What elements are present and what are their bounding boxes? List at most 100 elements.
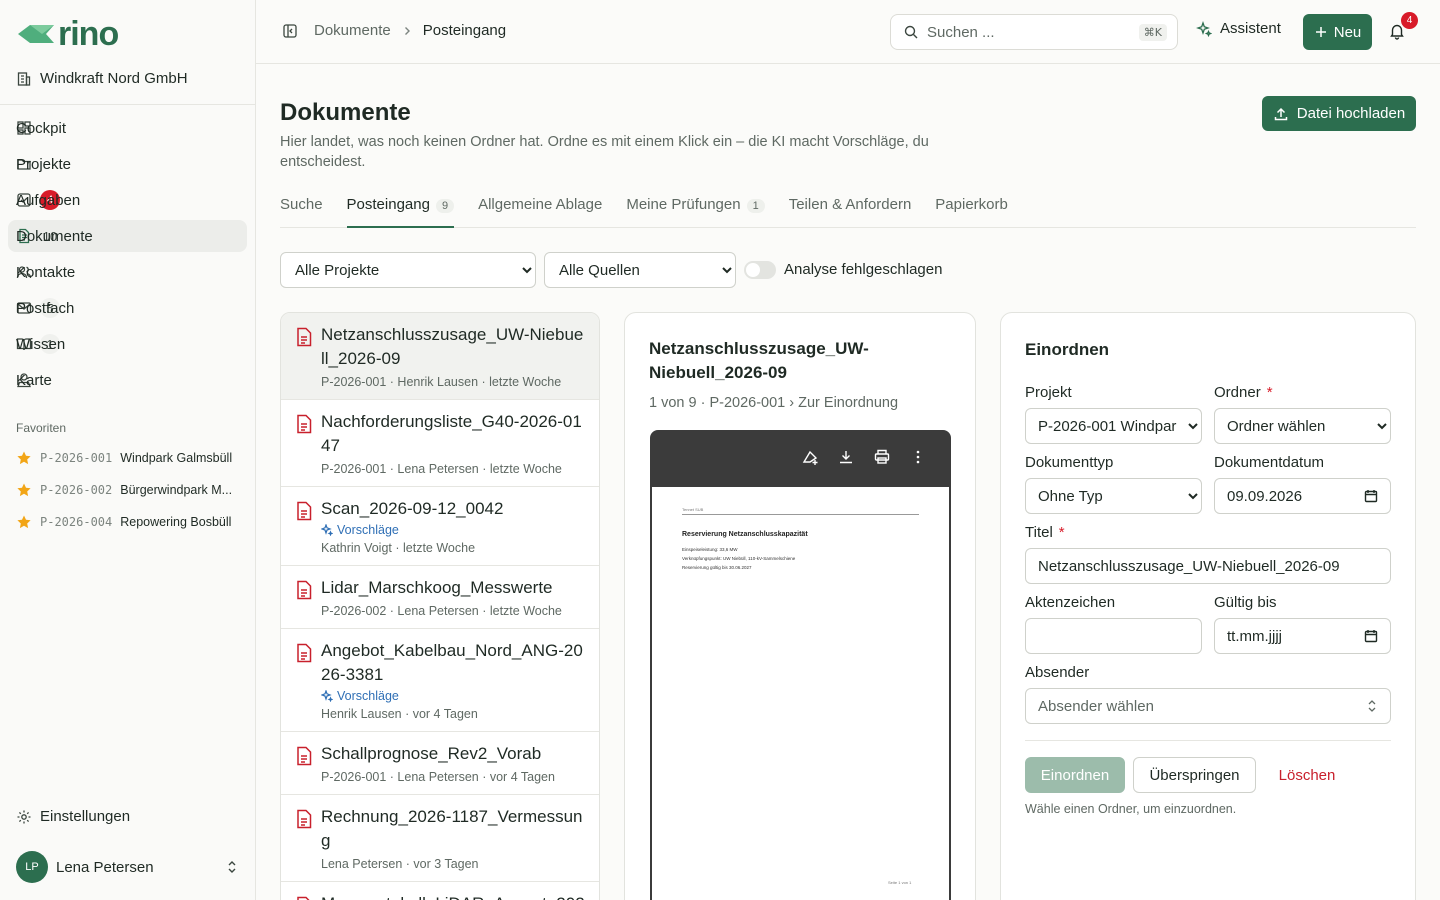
folder-label-wrap: Ordner * [1214,384,1273,401]
sender-label: Absender [1025,664,1090,681]
search-shortcut: ⌘K [1138,23,1167,41]
page-header-text: Tennet SUB [682,507,704,512]
list-item[interactable]: Rechnung_2026-1187_Vermessung Lena Peter… [281,795,599,882]
sidebar-item-dokumente[interactable]: Dokumente 10 [8,220,247,252]
tab-suche[interactable]: Suche [280,196,323,227]
valid-until-label: Gültig bis [1214,594,1277,611]
favorite-item[interactable]: P-2026-001 Windpark Galmsbüll [16,450,243,466]
list-item[interactable]: Netzanschlusszusage_UW-Niebuell_2026-09 … [281,313,599,400]
favorite-item[interactable]: P-2026-002 Bürgerwindpark M... [16,482,243,498]
more-vertical-icon[interactable] [909,448,927,466]
search-box[interactable]: ⌘K [890,14,1178,50]
document-title: Scan_2026-09-12_0042 [321,499,504,518]
search-input[interactable] [927,23,1131,41]
docdate-input[interactable]: 09.09.2026 [1214,478,1391,514]
favorite-name: Repowering Bosbüll [120,515,232,529]
submit-button[interactable]: Einordnen [1025,757,1125,793]
document-title: Messprotokoll_LiDAR_August_202 [321,892,585,900]
print-icon[interactable] [873,448,891,466]
pdf-document-icon [297,327,312,347]
list-item[interactable]: Angebot_Kabelbau_Nord_ANG-2026-3381 Vors… [281,629,599,732]
page-line: Einspeiseleistung: 33,6 MW [682,547,738,552]
folder-select[interactable]: Ordner wählen [1214,408,1391,444]
sidebar-item-wissen[interactable]: Wissen 1 [8,328,247,360]
sidebar-item-cockpit[interactable]: Cockpit [8,112,247,144]
pdf-viewer[interactable]: Tennet SUB Reservierung Netzanschlusskap… [650,430,951,900]
title-value: Netzanschlusszusage_UW-Niebuell_2026-09 [1038,557,1340,575]
valid-until-input[interactable]: tt.mm.jjjj [1214,618,1391,654]
document-list: Netzanschlusszusage_UW-Niebuell_2026-09 … [280,312,600,900]
new-label: Neu [1333,23,1362,41]
sparkle-icon [321,524,333,536]
list-item[interactable]: Scan_2026-09-12_0042 Vorschläge Kathrin … [281,487,599,566]
sender-combobox[interactable]: Absender wählen [1025,688,1391,724]
sidebar-item-kontakte[interactable]: Kontakte [8,256,247,288]
sidebar-item-label: Postfach [16,299,75,317]
logo-text: rino [58,15,119,53]
doctype-select[interactable]: Ohne Typ [1025,478,1202,514]
sidebar-item-aufgaben[interactable]: Aufgaben 4 [8,184,247,216]
title-input[interactable]: Netzanschlusszusage_UW-Niebuell_2026-09 [1025,548,1391,584]
list-item[interactable]: Nachforderungsliste_G40-2026-0147 P-2026… [281,400,599,487]
sidebar-item-projekte[interactable]: Projekte [8,148,247,180]
logo[interactable]: rino [16,15,119,53]
pdf-document-icon [297,580,312,600]
required-mark: * [1058,524,1065,541]
document-title: Lidar_Marschkoog_Messwerte [321,578,553,597]
star-icon [17,515,31,529]
list-item[interactable]: Schallprognose_Rev2_Vorab P-2026-001 · L… [281,732,599,795]
calendar-icon[interactable] [1364,489,1378,503]
reference-input[interactable] [1025,618,1202,654]
viewer-toolbar [801,448,927,466]
title-label: Titel [1025,524,1053,541]
calendar-icon[interactable] [1364,629,1378,643]
breadcrumb-dokumente[interactable]: Dokumente [314,22,391,39]
delete-button[interactable]: Löschen [1263,757,1351,793]
building-icon [17,71,31,86]
tab-papierkorb[interactable]: Papierkorb [935,196,1008,227]
analysis-failed-toggle[interactable] [744,261,776,279]
form-divider [1025,740,1391,741]
source-filter-select[interactable]: Alle Quellen [544,252,736,288]
tab-count: 9 [435,199,455,213]
tab-allgemeine-ablage[interactable]: Allgemeine Ablage [478,196,602,227]
breadcrumb: Dokumente Posteingang [282,22,506,39]
sidebar-item-label: Wissen [16,335,66,353]
tab-bar: Suche Posteingang 9 Allgemeine Ablage Mei… [280,196,1416,228]
document-preview: Netzanschlusszusage_UW-Niebuell_2026-09 … [624,312,976,900]
tab-posteingang[interactable]: Posteingang 9 [346,196,455,228]
favorite-item[interactable]: P-2026-004 Repowering Bosbüll [16,514,243,530]
chevron-right-icon [404,26,410,35]
project-label: Projekt [1025,384,1072,401]
sidebar-item-settings[interactable]: Einstellungen [16,808,130,825]
tab-teilen-anfordern[interactable]: Teilen & Anfordern [789,196,912,227]
project-filter-select[interactable]: Alle Projekte [280,252,536,288]
assistant-button[interactable]: Assistent [1196,20,1281,37]
page-subtitle: Hier landet, was noch keinen Ordner hat.… [280,134,929,170]
sidebar-item-postfach[interactable]: Postfach 5 [8,292,247,324]
suggestions-link[interactable]: Vorschläge [321,689,585,703]
breadcrumb-posteingang: Posteingang [422,22,507,39]
skip-button[interactable]: Überspringen [1133,757,1256,793]
sidebar-item-karte[interactable]: Karte [8,364,247,396]
document-title: Angebot_Kabelbau_Nord_ANG-2026-3381 [321,641,583,684]
sidebar-toggle-icon[interactable] [282,23,298,39]
org-switcher[interactable]: Windkraft Nord GmbH [16,70,188,87]
annotate-icon[interactable] [801,448,819,466]
upload-button[interactable]: Datei hochladen [1262,96,1416,131]
list-item[interactable]: Lidar_Marschkoog_Messwerte P-2026-002 · … [281,566,599,629]
sidebar-item-label: Aufgaben [16,191,81,209]
tab-meine-pruefungen[interactable]: Meine Prüfungen 1 [626,196,765,227]
download-icon[interactable] [837,448,855,466]
new-button[interactable]: Neu [1303,14,1372,50]
user-menu[interactable]: LP Lena Petersen [16,851,239,883]
suggestions-link[interactable]: Vorschläge [321,523,585,537]
list-item[interactable]: Messprotokoll_LiDAR_August_202 [281,882,599,900]
chevron-updown-icon [228,861,236,873]
chevron-updown-icon [1368,700,1376,712]
sidebar-item-label: Projekte [16,155,72,173]
gear-icon [17,810,31,823]
favorite-code: P-2026-001 [40,451,113,465]
document-meta: P-2026-001 · Henrik Lausen · letzte Woch… [321,375,562,389]
project-select[interactable]: P-2026-001 Windpark Galmsbüll [1025,408,1202,444]
